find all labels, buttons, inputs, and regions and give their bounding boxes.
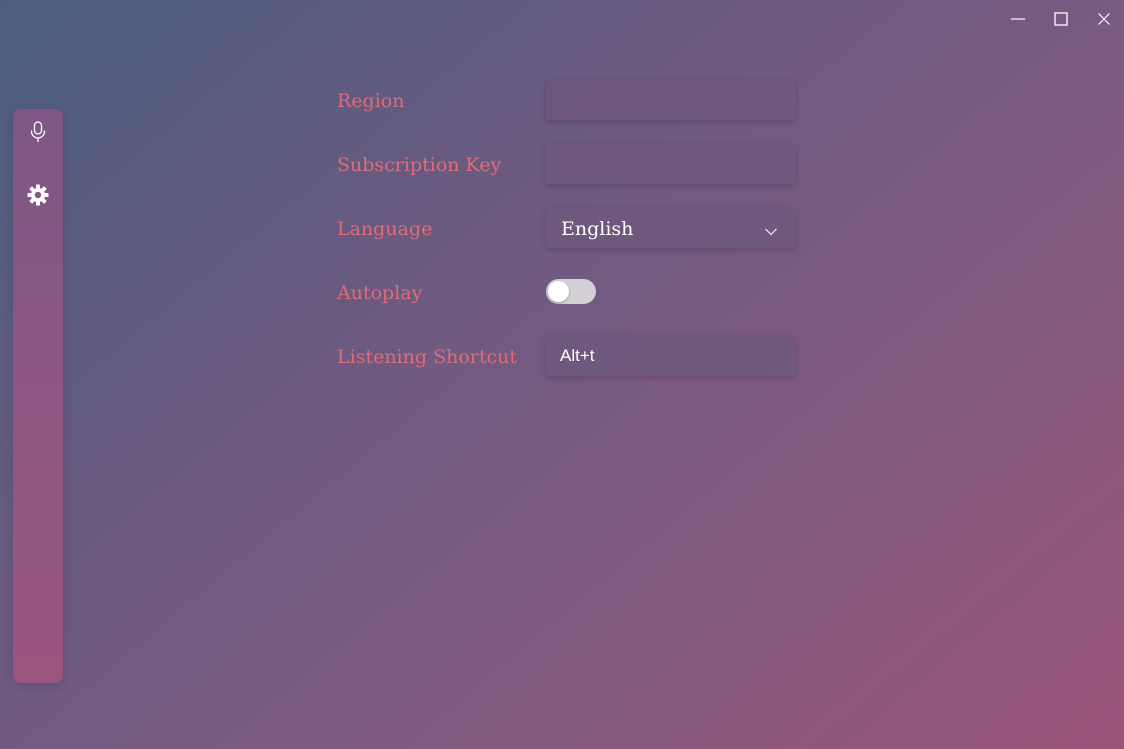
- language-selected-value: English: [561, 218, 634, 240]
- toggle-knob: [548, 281, 569, 302]
- language-label: Language: [337, 218, 433, 240]
- subscription-key-label: Subscription Key: [337, 154, 502, 176]
- region-input[interactable]: [546, 80, 796, 120]
- language-select[interactable]: English: [546, 208, 796, 248]
- microphone-icon: [30, 121, 46, 147]
- sidebar-item-microphone[interactable]: [13, 114, 63, 154]
- minimize-button[interactable]: [1005, 6, 1031, 32]
- gear-icon: [27, 184, 49, 210]
- maximize-button[interactable]: [1048, 6, 1074, 32]
- listening-shortcut-value: Alt+t: [560, 346, 595, 365]
- autoplay-toggle[interactable]: [546, 279, 596, 304]
- region-field: [546, 80, 796, 120]
- close-button[interactable]: [1091, 6, 1117, 32]
- subscription-key-field: [546, 144, 796, 184]
- listening-shortcut-field[interactable]: Alt+t: [546, 336, 796, 376]
- listening-shortcut-label: Listening Shortcut: [337, 346, 517, 368]
- maximize-icon: [1053, 11, 1069, 27]
- close-icon: [1096, 11, 1112, 27]
- minimize-icon: [1010, 11, 1026, 27]
- chevron-down-icon: [764, 222, 778, 241]
- autoplay-label: Autoplay: [337, 282, 423, 304]
- sidebar: [13, 109, 63, 683]
- sidebar-item-settings[interactable]: [13, 177, 63, 217]
- region-label: Region: [337, 90, 405, 112]
- subscription-key-input[interactable]: [546, 144, 796, 184]
